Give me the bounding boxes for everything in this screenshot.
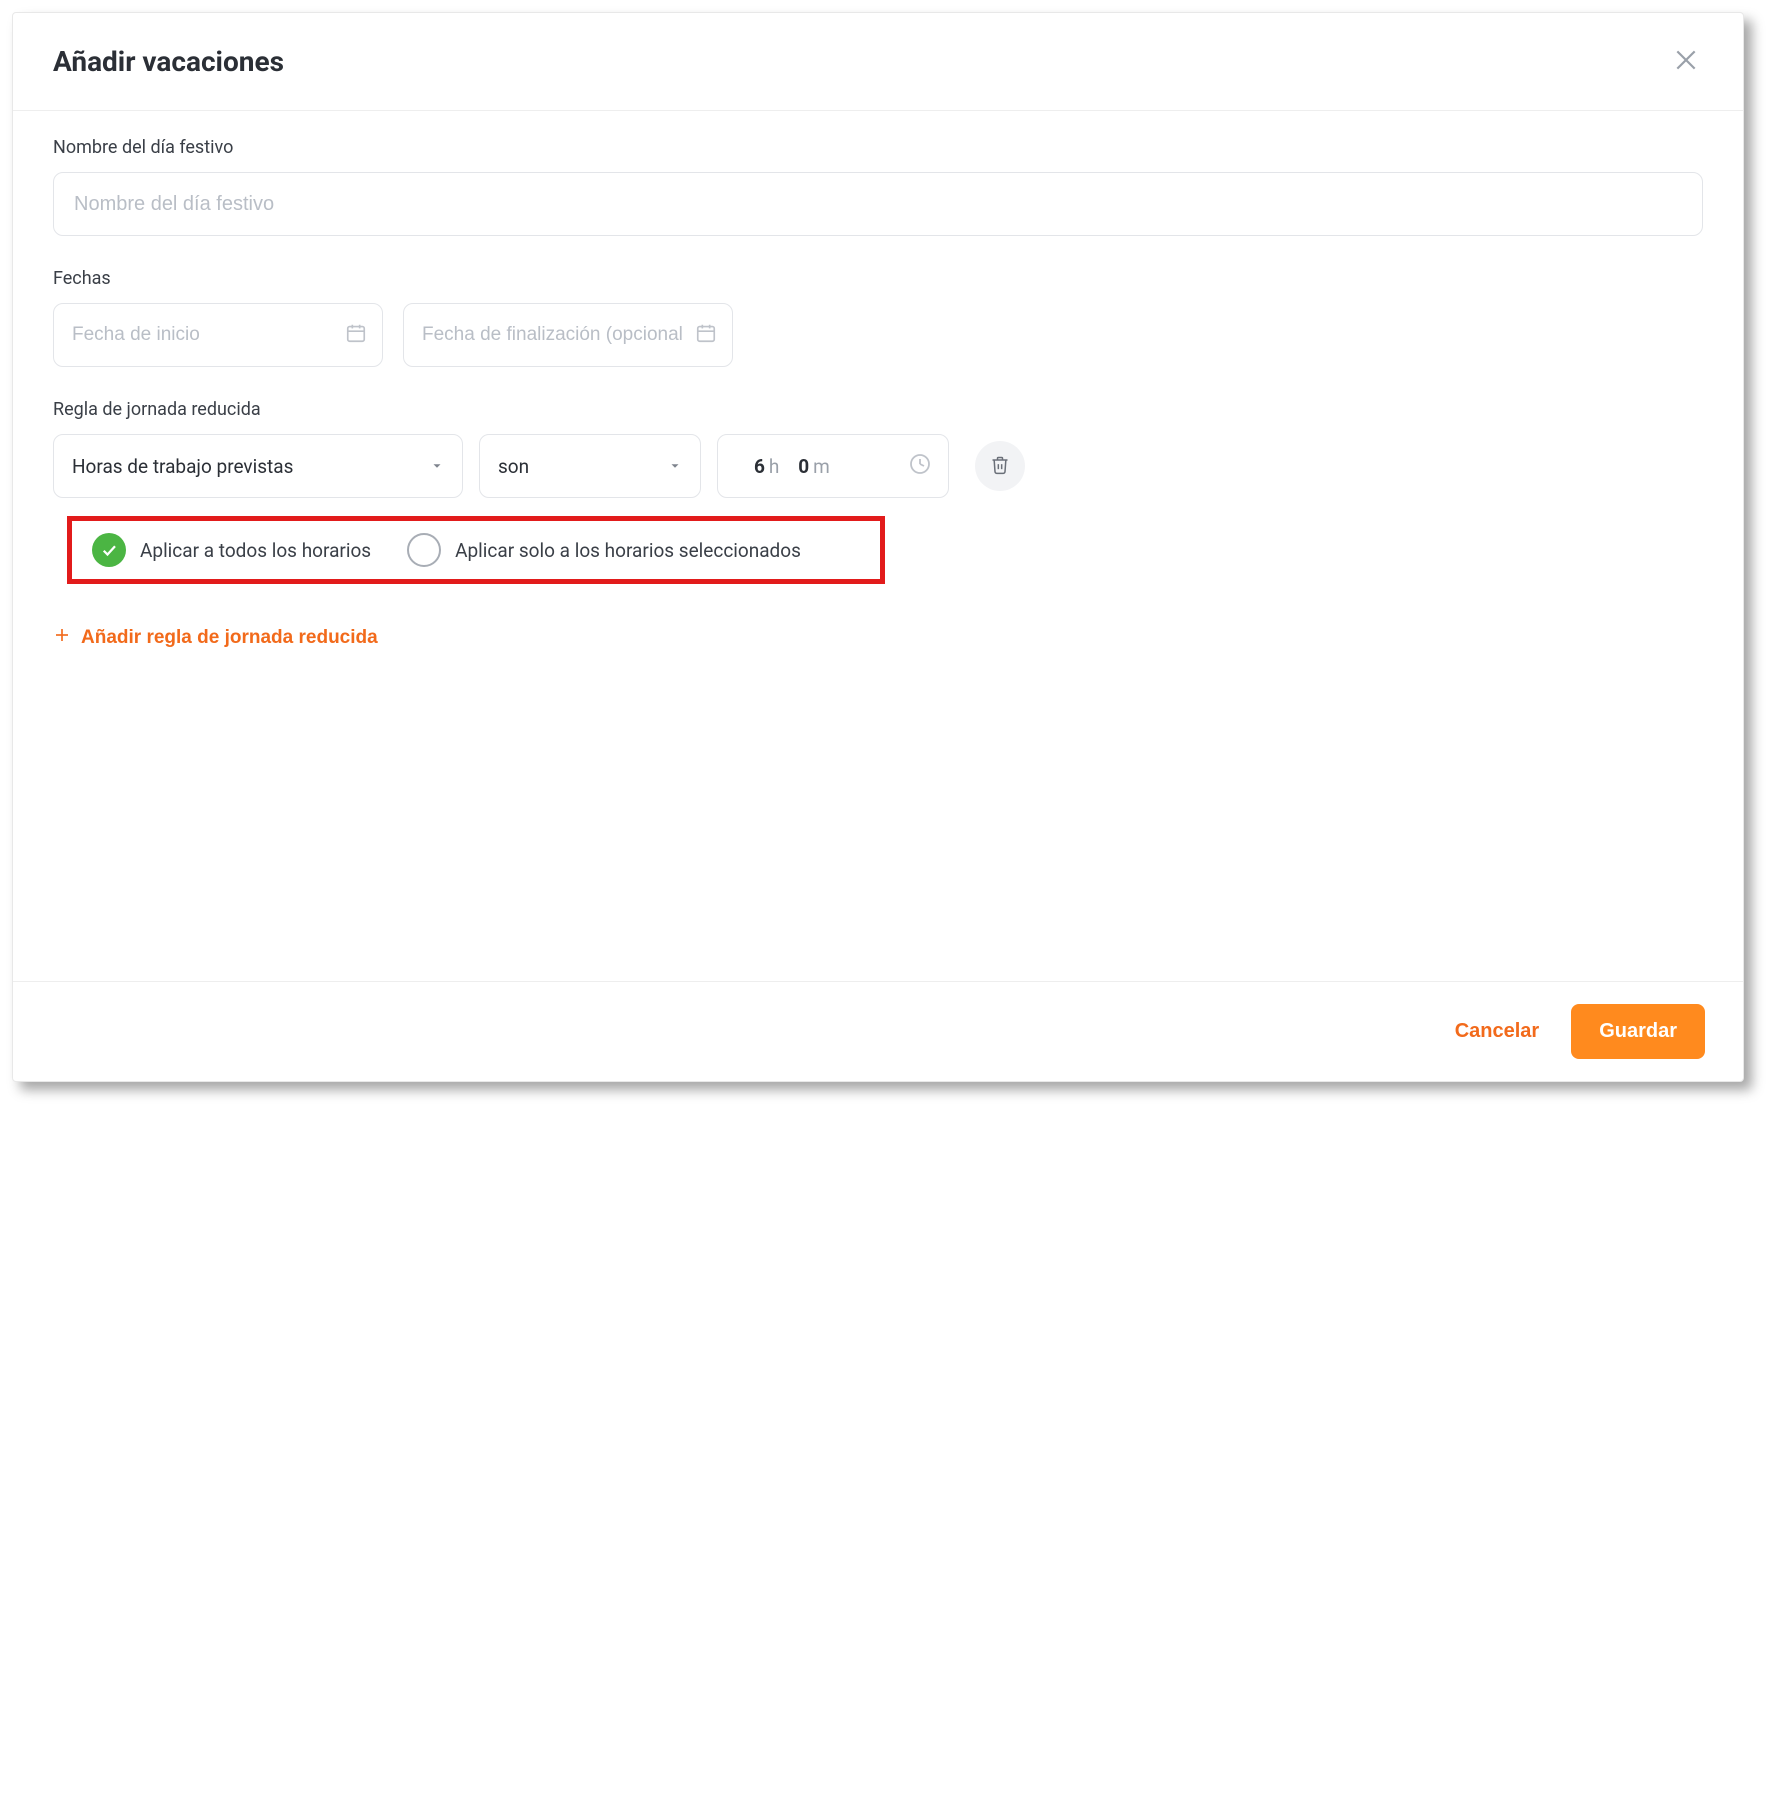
close-button[interactable]	[1669, 43, 1703, 80]
add-vacation-modal: Añadir vacaciones Nombre del día festivo…	[12, 12, 1744, 1082]
dates-group: Fechas	[53, 268, 1703, 367]
modal-footer: Cancelar Guardar	[13, 981, 1743, 1081]
holiday-name-input[interactable]	[53, 172, 1703, 236]
end-date-input[interactable]	[403, 303, 733, 367]
apply-all-label: Aplicar a todos los horarios	[140, 539, 371, 562]
modal-body: Nombre del día festivo Fechas	[13, 111, 1743, 981]
rule-label: Regla de jornada reducida	[53, 399, 1703, 420]
modal-title: Añadir vacaciones	[53, 45, 284, 78]
rule-operator-value: son	[498, 455, 529, 478]
plus-icon	[53, 626, 71, 650]
dates-label: Fechas	[53, 268, 1703, 289]
add-rule-button[interactable]: Añadir regla de jornada reducida	[53, 626, 378, 650]
rule-type-select[interactable]: Horas de trabajo previstas	[53, 434, 463, 498]
rule-type-value: Horas de trabajo previstas	[72, 455, 293, 478]
apply-scope-row: Aplicar a todos los horarios Aplicar sol…	[67, 516, 885, 584]
minutes-value: 0	[798, 455, 809, 478]
radio-unchecked-icon	[407, 533, 441, 567]
holiday-name-label: Nombre del día festivo	[53, 137, 1703, 158]
start-date-input[interactable]	[53, 303, 383, 367]
chevron-down-icon	[430, 455, 444, 478]
apply-all-radio[interactable]: Aplicar a todos los horarios	[92, 533, 371, 567]
apply-selected-radio[interactable]: Aplicar solo a los horarios seleccionado…	[407, 533, 801, 567]
clock-icon	[908, 452, 932, 481]
rule-time-input[interactable]: 6h 0m	[717, 434, 949, 498]
chevron-down-icon	[668, 455, 682, 478]
apply-selected-label: Aplicar solo a los horarios seleccionado…	[455, 539, 801, 562]
cancel-button[interactable]: Cancelar	[1449, 1010, 1546, 1053]
holiday-name-group: Nombre del día festivo	[53, 137, 1703, 236]
start-date-wrap	[53, 303, 383, 367]
save-button[interactable]: Guardar	[1571, 1004, 1705, 1059]
add-rule-label: Añadir regla de jornada reducida	[81, 627, 378, 649]
hours-segment: 6h 0m	[754, 455, 830, 478]
radio-checked-icon	[92, 533, 126, 567]
minutes-unit: m	[813, 455, 830, 478]
hours-value: 6	[754, 455, 765, 478]
trash-icon	[990, 455, 1010, 478]
delete-rule-button[interactable]	[975, 441, 1025, 491]
rule-operator-select[interactable]: son	[479, 434, 701, 498]
hours-unit: h	[769, 455, 779, 478]
rule-group: Regla de jornada reducida Horas de traba…	[53, 399, 1703, 650]
end-date-wrap	[403, 303, 733, 367]
close-icon	[1673, 61, 1699, 76]
modal-header: Añadir vacaciones	[13, 13, 1743, 111]
